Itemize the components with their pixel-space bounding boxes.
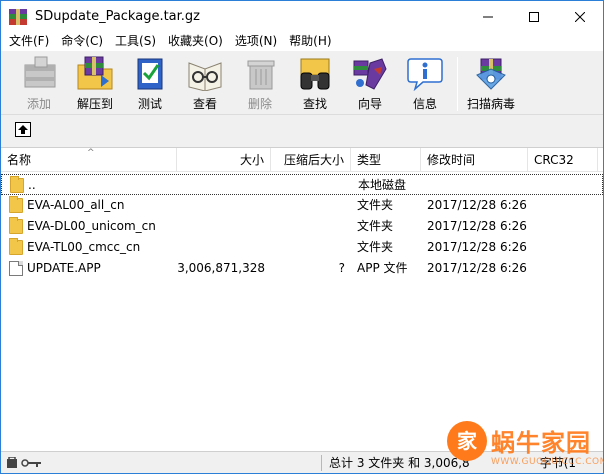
column-packed-size[interactable]: 压缩后大小 [271, 148, 351, 172]
list-item-file[interactable]: UPDATE.APP 3,006,871,328 ? APP 文件 2017/1… [1, 258, 603, 279]
path-bar [1, 116, 603, 146]
column-crc-label: CRC32 [534, 153, 574, 167]
list-item-parent[interactable]: .. 本地磁盘 [1, 174, 603, 195]
file-type: 本地磁盘 [358, 178, 407, 192]
maximize-button[interactable] [511, 1, 557, 32]
list-item-folder[interactable]: EVA-AL00_all_cn 文件夹 2017/12/28 6:26 [1, 195, 603, 216]
wizard-button[interactable]: 向导 [342, 55, 398, 113]
scan-virus-button[interactable]: 扫描病毒 [461, 55, 521, 113]
test-icon [130, 55, 170, 91]
view-label: 查看 [192, 97, 217, 111]
list-item-folder[interactable]: EVA-DL00_unicom_cn 文件夹 2017/12/28 6:26 [1, 216, 603, 237]
find-button[interactable]: 查找 [287, 55, 343, 113]
info-button[interactable]: 信息 [397, 55, 453, 113]
delete-icon [240, 55, 280, 91]
sort-ascending-icon: ^ [87, 148, 95, 158]
column-packed-label: 压缩后大小 [283, 153, 344, 167]
file-type: 文件夹 [357, 240, 394, 254]
file-type: APP 文件 [357, 261, 408, 275]
column-crc32[interactable]: CRC32 [528, 148, 598, 172]
info-icon [405, 55, 445, 92]
watermark-logo: 家 [447, 421, 487, 461]
winrar-app-icon [9, 8, 27, 25]
menu-help[interactable]: 帮助(H) [283, 32, 337, 51]
minimize-icon [483, 16, 493, 17]
file-list: 名称 ^ 大小 压缩后大小 类型 修改时间 CRC32 .. 本地磁盘 EVA-… [1, 147, 603, 451]
file-type: 文件夹 [357, 219, 394, 233]
find-label: 查找 [302, 97, 327, 111]
wizard-icon [350, 55, 390, 91]
up-arrow-icon [18, 125, 28, 134]
extract-label: 解压到 [76, 97, 113, 111]
maximize-icon [529, 11, 539, 22]
add-label: 添加 [26, 97, 51, 111]
toolbar-separator [457, 57, 458, 111]
file-modified: 2017/12/28 6:26 [427, 219, 527, 233]
list-item-folder[interactable]: EVA-TL00_cmcc_cn 文件夹 2017/12/28 6:26 [1, 237, 603, 258]
file-modified: 2017/12/28 6:26 [427, 261, 527, 275]
title-bar: SDupdate_Package.tar.gz [1, 1, 603, 32]
test-label: 测试 [137, 97, 162, 111]
site-watermark: 家 蜗牛家园 WWW.GUOQUICCC.COM [447, 421, 604, 474]
window-title: SDupdate_Package.tar.gz [35, 9, 201, 24]
scan-virus-label: 扫描病毒 [466, 97, 515, 111]
column-modified-label: 修改时间 [427, 153, 476, 167]
folder-icon [9, 217, 23, 234]
menu-favorites[interactable]: 收藏夹(O) [162, 32, 229, 51]
menu-command[interactable]: 命令(C) [55, 32, 109, 51]
file-name: EVA-DL00_unicom_cn [27, 219, 156, 233]
find-binoculars-icon [295, 55, 335, 91]
close-icon [575, 11, 585, 22]
extract-button[interactable]: 解压到 [67, 55, 123, 113]
file-packed-size: ? [338, 261, 345, 275]
scan-virus-icon [471, 55, 511, 91]
add-icon [19, 55, 59, 91]
folder-icon [10, 176, 24, 193]
info-label: 信息 [412, 97, 437, 111]
folder-icon [9, 196, 23, 213]
column-size[interactable]: 大小 [177, 148, 271, 172]
add-button[interactable]: 添加 [11, 55, 67, 113]
view-button[interactable]: 查看 [177, 55, 233, 113]
delete-label: 删除 [247, 97, 272, 111]
menu-file[interactable]: 文件(F) [3, 32, 55, 51]
close-button[interactable] [557, 1, 603, 32]
watermark-url: WWW.GUOQUICCC.COM [491, 457, 604, 467]
status-lock-key-icon [7, 456, 43, 469]
view-glasses-icon [185, 55, 225, 92]
menu-bar: 文件(F) 命令(C) 工具(S) 收藏夹(O) 选项(N) 帮助(H) [1, 32, 603, 51]
archive-window: SDupdate_Package.tar.gz 文件(F) 命令(C) 工具(S… [0, 0, 604, 474]
toolbar: 添加 解压到 测试 查看 删除 查找 向导 信息 扫描病毒 [1, 51, 603, 115]
menu-tools[interactable]: 工具(S) [109, 32, 162, 51]
column-modified[interactable]: 修改时间 [421, 148, 528, 172]
column-name[interactable]: 名称 ^ [1, 148, 177, 172]
file-name: .. [28, 178, 36, 192]
extract-to-folder-icon [75, 55, 115, 91]
status-separator [321, 455, 322, 471]
column-type-label: 类型 [357, 153, 382, 167]
file-modified: 2017/12/28 6:26 [427, 198, 527, 212]
file-modified: 2017/12/28 6:26 [427, 240, 527, 254]
menu-options[interactable]: 选项(N) [229, 32, 283, 51]
file-size: 3,006,871,328 [177, 261, 265, 275]
wizard-label: 向导 [357, 97, 382, 111]
file-name: EVA-TL00_cmcc_cn [27, 240, 141, 254]
column-header: 名称 ^ 大小 压缩后大小 类型 修改时间 CRC32 [1, 148, 603, 172]
column-type[interactable]: 类型 [351, 148, 421, 172]
column-size-label: 大小 [239, 153, 264, 167]
up-one-level-button[interactable] [15, 122, 31, 137]
minimize-button[interactable] [465, 1, 511, 32]
file-name: EVA-AL00_all_cn [27, 198, 125, 212]
column-name-label: 名称 [7, 153, 32, 167]
file-name: UPDATE.APP [27, 261, 101, 275]
folder-icon [9, 238, 23, 255]
test-button[interactable]: 测试 [122, 55, 178, 113]
delete-button[interactable]: 删除 [232, 55, 288, 113]
watermark-text: 蜗牛家园 [491, 429, 591, 457]
file-icon [9, 261, 23, 276]
file-type: 文件夹 [357, 198, 394, 212]
